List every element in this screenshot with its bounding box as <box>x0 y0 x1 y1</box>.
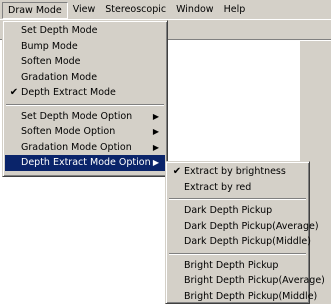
menu-item-label: Dark Depth Pickup <box>184 205 273 216</box>
menu-item-bump-mode[interactable]: Bump Mode <box>5 39 165 55</box>
menu-item-set-depth-mode-option[interactable]: Set Depth Mode Option ▶ <box>5 109 165 125</box>
menu-item-depth-extract-mode[interactable]: ✔ Depth Extract Mode <box>5 85 165 101</box>
menu-item-depth-extract-mode-option[interactable]: Depth Extract Mode Option ▶ <box>5 155 165 171</box>
menu-bar: Draw Mode View Stereoscopic Window Help <box>0 0 331 20</box>
menu-item-extract-by-brightness[interactable]: ✔ Extract by brightness <box>168 164 307 180</box>
submenu-arrow-icon: ▶ <box>152 142 159 152</box>
menu-item-label: Set Depth Mode <box>21 25 98 36</box>
menu-item-bright-depth-pickup-average[interactable]: Bright Depth Pickup(Average) <box>168 273 325 289</box>
menu-separator <box>168 195 307 203</box>
menu-item-label: Dark Depth Pickup(Middle) <box>184 236 311 247</box>
menu-item-label: Gradation Mode <box>21 71 98 83</box>
menu-item-label: Bright Depth Pickup(Middle) <box>184 290 318 302</box>
menu-item-label: Depth Extract Mode Option <box>21 157 151 168</box>
menu-item-label: Bump Mode <box>21 40 78 52</box>
menu-item-dark-depth-pickup[interactable]: Dark Depth Pickup <box>168 203 307 219</box>
menu-draw-mode[interactable]: Draw Mode <box>2 1 68 19</box>
menu-item-set-depth-mode[interactable]: Set Depth Mode <box>5 23 165 39</box>
menu-item-label: Dark Depth Pickup(Average) <box>184 220 319 232</box>
menu-item-gradation-mode-option[interactable]: Gradation Mode Option ▶ <box>5 140 165 156</box>
menu-window[interactable]: Window <box>171 2 218 19</box>
menu-view[interactable]: View <box>68 2 101 19</box>
menu-item-soften-mode-option[interactable]: Soften Mode Option ▶ <box>5 124 165 140</box>
menu-item-label: Soften Mode <box>21 56 81 67</box>
menu-item-dark-depth-pickup-average[interactable]: Dark Depth Pickup(Average) <box>168 219 319 235</box>
checkmark-icon: ✔ <box>172 166 182 177</box>
menu-item-label: Extract by brightness <box>184 166 286 177</box>
menu-item-label: Soften Mode Option <box>21 126 116 137</box>
menu-help[interactable]: Help <box>219 2 251 19</box>
depth-extract-option-submenu: ✔ Extract by brightness Extract by red D… <box>165 161 325 304</box>
menu-item-gradation-mode[interactable]: Gradation Mode <box>5 70 165 86</box>
menu-item-soften-mode[interactable]: Soften Mode <box>5 54 165 70</box>
submenu-arrow-icon: ▶ <box>152 158 159 167</box>
menu-item-bright-depth-pickup-middle[interactable]: Bright Depth Pickup(Middle) <box>168 289 317 304</box>
submenu-arrow-icon: ▶ <box>152 111 159 121</box>
menu-item-label: Depth Extract Mode <box>21 87 116 98</box>
menu-separator <box>168 250 307 258</box>
menu-item-label: Bright Depth Pickup <box>184 259 279 271</box>
menu-separator <box>5 101 165 109</box>
draw-mode-dropdown: Set Depth Mode Bump Mode Soften Mode Gra… <box>2 20 168 177</box>
checkmark-icon: ✔ <box>9 87 19 98</box>
menu-item-label: Gradation Mode Option <box>21 141 132 153</box>
submenu-arrow-icon: ▶ <box>152 127 159 136</box>
menu-item-label: Bright Depth Pickup(Average) <box>184 275 325 286</box>
menu-item-bright-depth-pickup[interactable]: Bright Depth Pickup <box>168 258 307 274</box>
menu-item-label: Set Depth Mode Option <box>21 110 133 122</box>
menu-item-label: Extract by red <box>184 181 252 193</box>
menu-stereoscopic[interactable]: Stereoscopic <box>100 2 171 19</box>
menu-item-dark-depth-pickup-middle[interactable]: Dark Depth Pickup(Middle) <box>168 234 311 250</box>
menu-item-extract-by-red[interactable]: Extract by red <box>168 180 307 196</box>
